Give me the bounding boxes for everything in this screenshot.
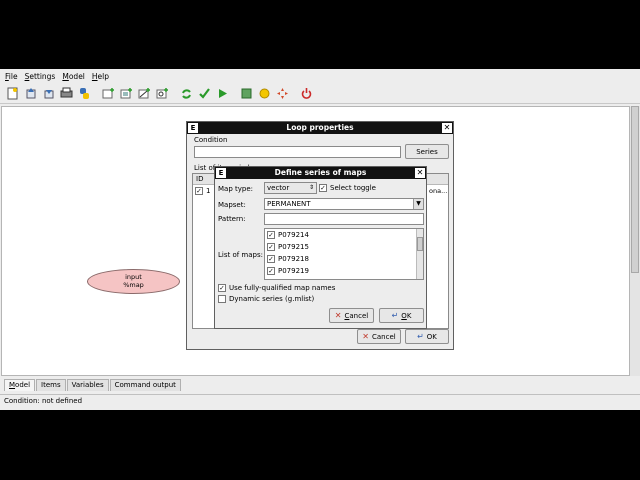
data-node-input[interactable]: input %map xyxy=(87,269,180,294)
menu-settings[interactable]: Settings xyxy=(25,72,56,81)
ok-icon: ↵ xyxy=(391,311,399,320)
validate-icon[interactable] xyxy=(197,86,212,101)
add-command-icon[interactable] xyxy=(101,86,116,101)
add-relation-icon[interactable] xyxy=(137,86,152,101)
scrollbar-thumb[interactable] xyxy=(631,106,639,273)
open-model-icon[interactable] xyxy=(23,86,38,101)
condition-input[interactable] xyxy=(194,146,401,158)
list-item[interactable]: ✓ P079219 xyxy=(267,267,309,275)
cancel-icon: ✕ xyxy=(362,332,369,341)
loop-dialog-title: Loop properties xyxy=(286,123,354,132)
series-button[interactable]: Series xyxy=(405,144,449,159)
settings-icon[interactable] xyxy=(257,86,272,101)
tab-command-output[interactable]: Command output xyxy=(109,379,181,391)
menubar: File Settings Model Help xyxy=(0,69,640,83)
pattern-input[interactable] xyxy=(264,213,424,225)
app-icon: E xyxy=(188,123,198,133)
quit-icon[interactable] xyxy=(299,86,314,101)
row-description: ona... xyxy=(429,187,448,195)
loop-ok-button[interactable]: ↵ OK xyxy=(405,329,449,344)
variables-icon[interactable] xyxy=(239,86,254,101)
map-list-scrollbar[interactable] xyxy=(416,229,423,279)
tab-model[interactable]: Model xyxy=(4,379,36,391)
app-icon: E xyxy=(216,168,226,178)
status-bar: Condition: not defined xyxy=(0,394,640,408)
new-model-icon[interactable] xyxy=(5,86,20,101)
tab-items[interactable]: Items xyxy=(36,379,66,391)
spinner-icon: ⇕ xyxy=(308,184,314,191)
map-type-select[interactable]: vector ⇕ xyxy=(264,182,317,194)
loop-dialog-titlebar[interactable]: E Loop properties ✕ xyxy=(187,122,453,134)
mapset-combo[interactable]: PERMANENT ▼ xyxy=(264,198,424,210)
pattern-label: Pattern: xyxy=(218,215,246,223)
ok-icon: ↵ xyxy=(417,332,424,341)
series-dialog-title: Define series of maps xyxy=(274,168,367,177)
list-item[interactable]: ✓ P079214 xyxy=(267,231,309,239)
dynamic-series-checkbox[interactable]: Dynamic series (g.mlist) xyxy=(218,295,314,303)
node-label-value: %map xyxy=(123,280,144,289)
dropdown-arrow-icon[interactable]: ▼ xyxy=(413,199,423,209)
layout-icon[interactable] xyxy=(275,86,290,101)
map-list-label: List of maps: xyxy=(218,251,263,259)
condition-label: Condition xyxy=(194,136,228,144)
define-series-dialog: E Define series of maps ✕ Map type: vect… xyxy=(214,166,427,329)
redraw-icon[interactable] xyxy=(179,86,194,101)
tab-variables[interactable]: Variables xyxy=(66,379,109,391)
series-dialog-titlebar[interactable]: E Define series of maps ✕ xyxy=(215,167,426,179)
bottom-tabs: Model Items Variables Command output xyxy=(4,379,182,391)
toolbar xyxy=(0,83,640,104)
scrollbar-thumb[interactable] xyxy=(417,237,423,251)
fully-qualified-checkbox[interactable]: ✓ Use fully-qualified map names xyxy=(218,284,335,292)
select-toggle-checkbox[interactable]: ✓ Select toggle xyxy=(319,184,376,192)
menu-help[interactable]: Help xyxy=(92,72,109,81)
graphical-modeler-window: File Settings Model Help input %map Mode… xyxy=(0,69,640,410)
close-icon[interactable]: ✕ xyxy=(442,123,452,133)
table-row[interactable]: ✓ 1 xyxy=(195,187,210,195)
canvas-scrollbar[interactable] xyxy=(630,106,640,376)
close-icon[interactable]: ✕ xyxy=(415,168,425,178)
row-checkbox[interactable]: ✓ xyxy=(195,187,203,195)
series-ok-button[interactable]: ↵ O K xyxy=(379,308,424,323)
list-item[interactable]: ✓ P079215 xyxy=(267,243,309,251)
cancel-icon: ✕ xyxy=(334,311,342,320)
export-image-icon[interactable] xyxy=(59,86,74,101)
add-loop-icon[interactable] xyxy=(155,86,170,101)
col-id: ID xyxy=(196,175,204,183)
save-model-icon[interactable] xyxy=(41,86,56,101)
loop-cancel-button[interactable]: ✕ Cancel xyxy=(357,329,401,344)
list-item[interactable]: ✓ P079218 xyxy=(267,255,309,263)
export-python-icon[interactable] xyxy=(77,86,92,101)
map-checklist[interactable]: ✓ P079214 ✓ P079215 ✓ P079218 ✓ P079219 xyxy=(264,228,424,280)
map-type-label: Map type: xyxy=(218,185,253,193)
mapset-label: Mapset: xyxy=(218,201,246,209)
menu-model[interactable]: Model xyxy=(62,72,85,81)
run-icon[interactable] xyxy=(215,86,230,101)
add-data-icon[interactable] xyxy=(119,86,134,101)
series-cancel-button[interactable]: ✕ Cancel xyxy=(329,308,374,323)
menu-file[interactable]: File xyxy=(5,72,18,81)
